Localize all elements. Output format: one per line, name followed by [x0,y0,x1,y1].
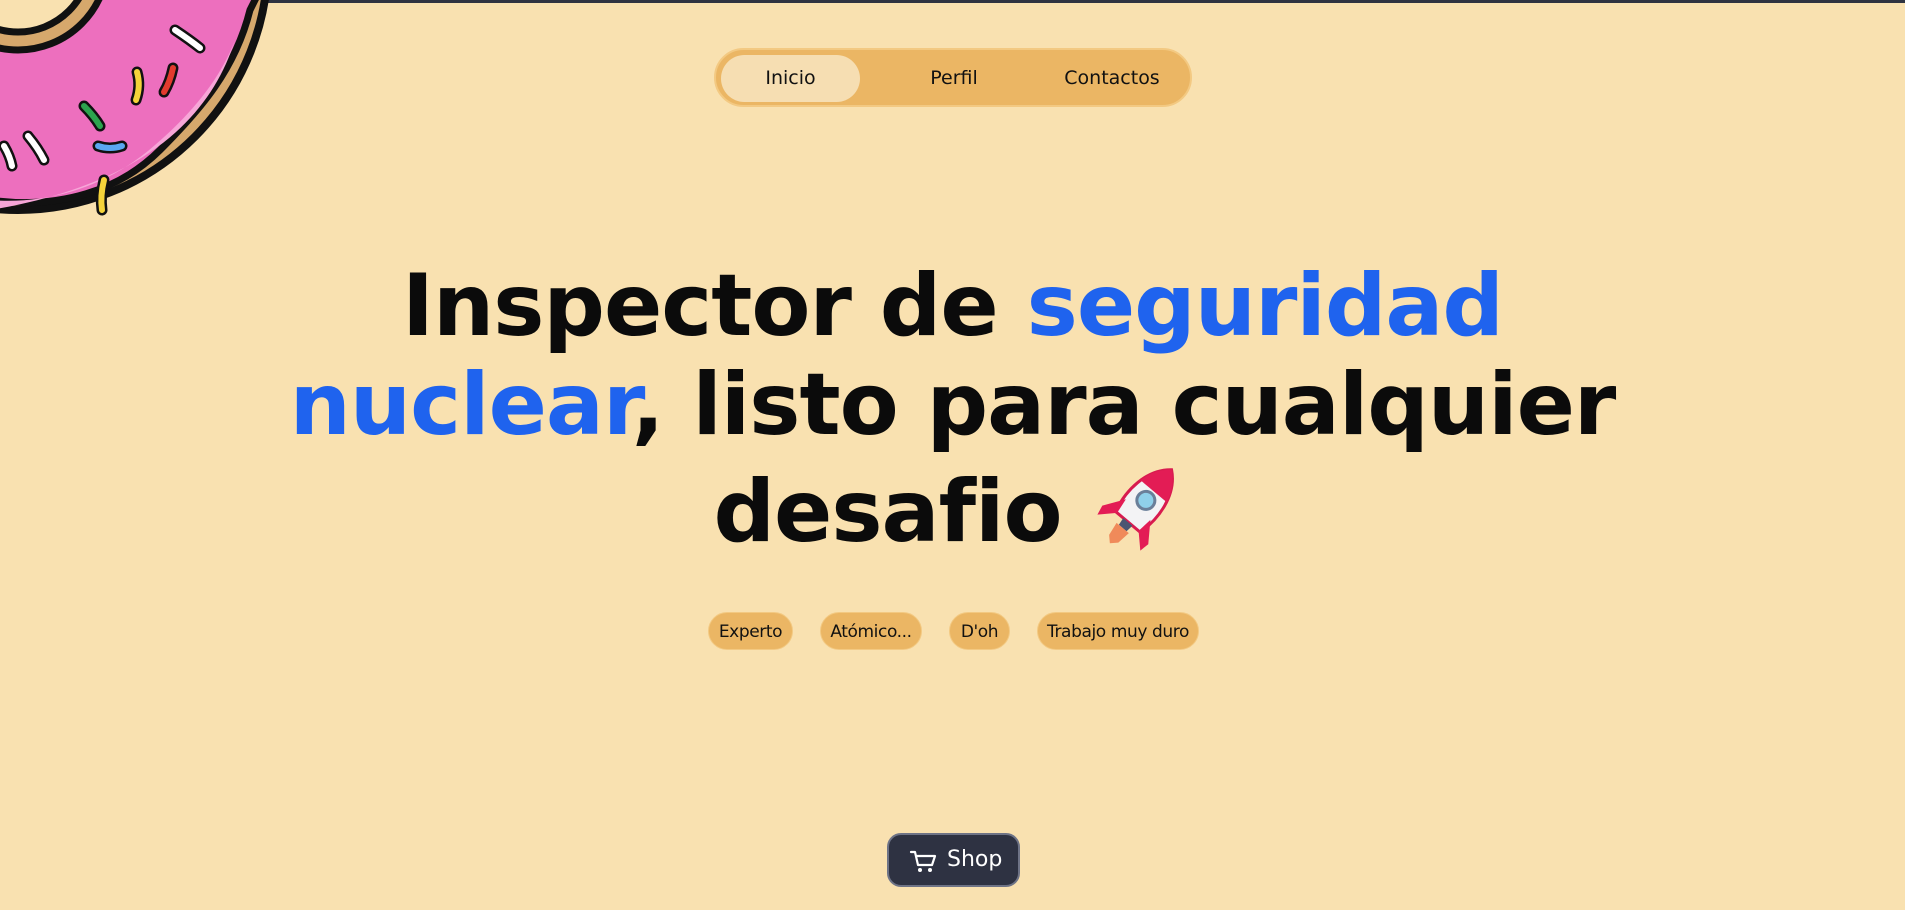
main-nav: Inicio Perfil Contactos [714,48,1192,107]
shop-button-label: Shop [947,847,1003,872]
nav-item-perfil[interactable]: Perfil [884,55,1024,102]
nav-item-inicio[interactable]: Inicio [721,55,860,102]
window-top-border [0,0,1905,3]
headline-text-2: , listo para cualquier [631,355,1617,455]
hero-headline: Inspector de seguridad nuclear, listo par… [260,257,1645,562]
nav-item-contactos[interactable]: Contactos [1038,55,1186,102]
tag-trabajo-muy-duro: Trabajo muy duro [1037,612,1199,650]
shop-button[interactable]: Shop [887,833,1020,887]
headline-highlight-1: seguridad [1026,256,1504,356]
cart-icon [909,850,937,872]
headline-highlight-2: nuclear [289,355,633,455]
donut-icon [0,0,269,216]
tag-doh: D'oh [949,612,1010,650]
headline-text-1: Inspector de [401,256,1027,356]
headline-text-3: desafio [713,462,1062,562]
rocket-icon [1096,468,1174,551]
tag-experto: Experto [708,612,793,650]
tag-atomico: Atómico... [820,612,922,650]
